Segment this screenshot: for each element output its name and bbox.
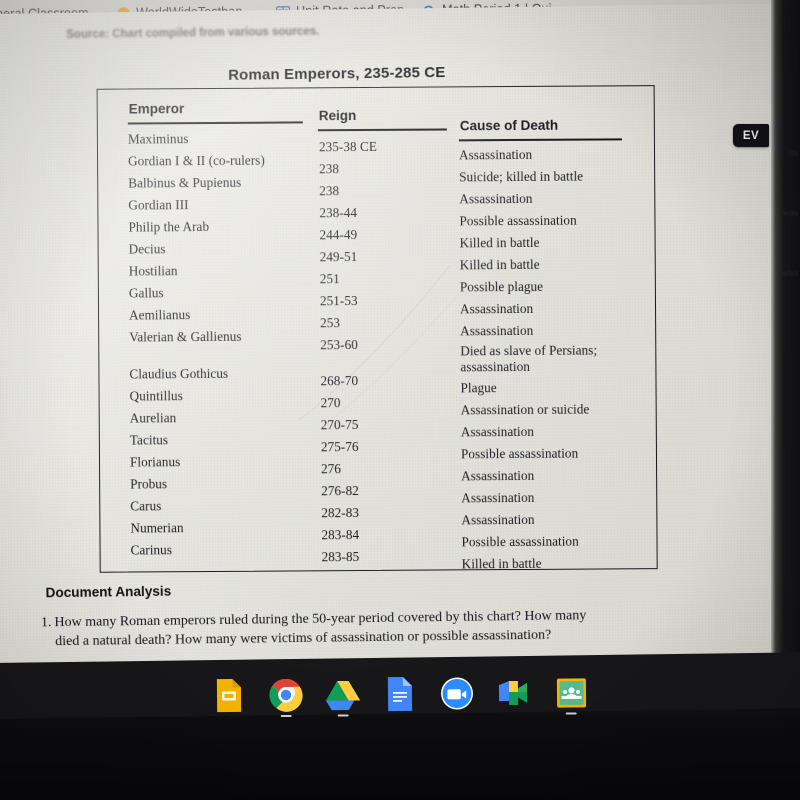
- table-cell-emperor: Gallus: [128, 285, 164, 301]
- source-note: Source: Chart compiled from various sour…: [66, 25, 320, 41]
- table-cell-reign: 276: [321, 461, 342, 477]
- column-rule-emperor: [127, 121, 303, 125]
- shelf-active-dot: [280, 714, 292, 718]
- table-cell-emperor: Probus: [130, 476, 168, 492]
- table-cell-reign: 283-85: [321, 549, 360, 565]
- column-rule-reign: [317, 128, 447, 131]
- table-cell-cause: Killed in battle: [461, 555, 542, 572]
- table-cell-reign: 238-44: [319, 205, 358, 221]
- table-cell-emperor: Tacitus: [129, 432, 169, 448]
- column-header-emperor: Emperor: [128, 101, 185, 117]
- column-header-cause: Cause of Death: [459, 117, 559, 134]
- column-header-reign: Reign: [318, 108, 357, 124]
- table-cell-cause: Plague: [460, 380, 497, 396]
- shelf-active-dot: [337, 713, 349, 717]
- google-slides-icon: [216, 678, 242, 713]
- column-rule-cause: [458, 138, 622, 142]
- document-analysis-heading: Document Analysis: [45, 583, 172, 601]
- google-chrome-icon: [269, 678, 303, 712]
- shelf-app-google-docs[interactable]: [380, 671, 420, 717]
- table-cell-reign: 235-38 CE: [318, 138, 377, 155]
- table-cell-cause: Assassination: [460, 423, 535, 440]
- table-cell-reign: 276-82: [321, 483, 359, 499]
- table-cell-reign: 283-84: [321, 527, 360, 543]
- table-cell-cause: Possible assassination: [459, 212, 577, 229]
- table-cell-cause: Died as slave of Persians; assassination: [460, 342, 598, 374]
- table-cell-emperor: Aurelian: [129, 410, 177, 426]
- table-cell-cause: Killed in battle: [459, 234, 540, 251]
- ghost-text: was: [782, 208, 798, 219]
- table-cell-cause: Assassination: [461, 511, 535, 528]
- table-cell-cause: Assassination: [460, 322, 534, 339]
- table-cell-cause: Killed in battle: [459, 256, 540, 273]
- shelf-app-google-classroom[interactable]: [551, 669, 591, 715]
- table-cell-emperor: Numerian: [130, 520, 184, 536]
- table-cell-reign: 270-75: [320, 417, 359, 433]
- table-cell-cause: Assassination: [459, 190, 533, 207]
- zoom-icon: [440, 677, 473, 710]
- table-cell-reign: 251-53: [319, 293, 358, 309]
- question-number: 1.: [40, 615, 52, 631]
- table-cell-emperor: Quintillus: [129, 388, 183, 404]
- table-cell-cause: Assassination or suicide: [460, 401, 590, 418]
- shelf-app-google-drive[interactable]: [323, 671, 363, 717]
- shelf-app-zoom[interactable]: [437, 670, 477, 716]
- table-cell-cause: Assassination: [461, 467, 535, 484]
- page-right-gutter: its was who: [771, 0, 800, 680]
- ghost-text: its: [788, 148, 798, 159]
- shelf-app-google-chrome[interactable]: [266, 672, 306, 718]
- table-cell-reign: 253-60: [320, 337, 358, 353]
- document-page: Source: Chart compiled from various sour…: [0, 3, 795, 676]
- table-cell-emperor: Decius: [128, 241, 166, 257]
- table-cell-cause: Suicide; killed in battle: [459, 168, 584, 185]
- table-cell-emperor: Gordian III: [128, 197, 189, 213]
- table-cell-emperor: Philip the Arab: [128, 218, 210, 235]
- table-cell-emperor: Carinus: [130, 542, 173, 558]
- table-cell-cause: Assassination: [459, 300, 534, 317]
- table-cell-reign: 268-70: [320, 373, 359, 389]
- ev-side-badge[interactable]: EV: [733, 124, 769, 147]
- table-cell-emperor: Valerian & Gallienus: [129, 328, 242, 345]
- table-cell-cause: Possible assassination: [460, 445, 579, 462]
- table-cell-emperor: Aemilianus: [129, 307, 191, 323]
- chart-title: Roman Emperors, 235-285 CE: [228, 63, 446, 84]
- emperors-table: Emperor Reign Cause of Death Maximinus G…: [96, 85, 658, 573]
- table-cell-reign: 253: [320, 315, 341, 331]
- shelf-icon-row: [0, 665, 800, 724]
- shelf-app-google-slides[interactable]: [209, 672, 249, 718]
- table-cell-reign: 251: [319, 271, 340, 287]
- table-cell-emperor: Balbinus & Pupienus: [128, 174, 242, 191]
- table-cell-cause: Assassination: [458, 146, 533, 163]
- table-cell-emperor: Florianus: [129, 454, 181, 470]
- table-cell-emperor: Maximinus: [127, 131, 189, 147]
- table-cell-reign: 282-83: [321, 505, 360, 521]
- google-meet-icon: [498, 680, 528, 706]
- ghost-text: who: [780, 268, 798, 279]
- table-cell-reign: 244-49: [319, 227, 358, 243]
- shelf-active-dot: [565, 711, 577, 715]
- laptop-screen-photo: neral Classroom… WorldWideTestban… Unit …: [0, 0, 800, 800]
- table-cell-reign: 238: [319, 161, 340, 177]
- table-cell-reign: 249-51: [319, 249, 358, 265]
- table-cell-reign: 275-76: [320, 439, 359, 455]
- table-cell-emperor: Carus: [130, 498, 162, 514]
- table-cell-reign: 270: [320, 395, 341, 411]
- table-cell-cause: Possible plague: [459, 278, 544, 295]
- google-drive-icon: [326, 680, 361, 710]
- table-cell-cause: Possible assassination: [461, 533, 579, 550]
- google-docs-icon: [387, 676, 413, 712]
- table-cell-emperor: Claudius Gothicus: [129, 365, 229, 382]
- table-cell-cause: Assassination: [461, 489, 535, 506]
- table-cell-reign: 238: [319, 183, 340, 199]
- table-cell-emperor: Hostilian: [128, 263, 178, 279]
- analysis-question-1: 1. How many Roman emperors ruled during t…: [41, 605, 681, 652]
- shelf-app-google-meet[interactable]: [494, 670, 534, 716]
- google-classroom-icon: [556, 677, 586, 708]
- table-cell-emperor: Gordian I & II (co-rulers): [128, 152, 265, 169]
